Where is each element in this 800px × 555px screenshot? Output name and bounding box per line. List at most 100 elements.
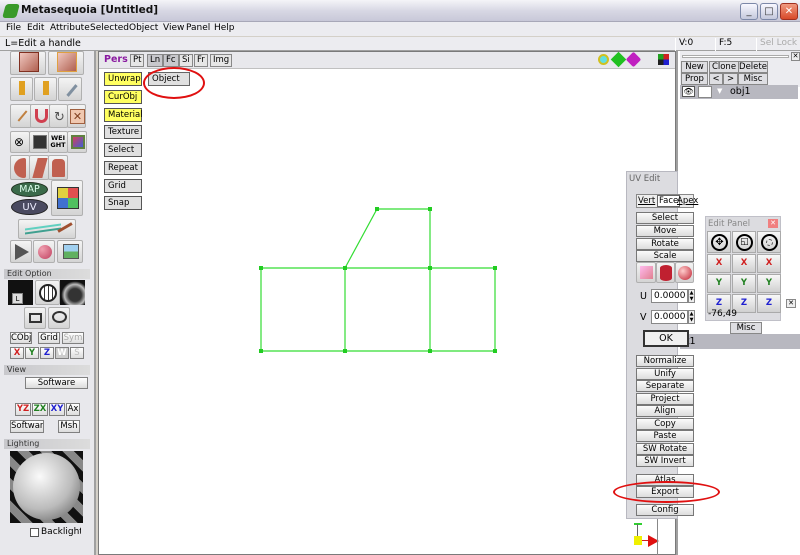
close-button[interactable]: ✕ xyxy=(780,3,798,20)
project-button[interactable]: Project xyxy=(636,393,694,405)
image-tool[interactable] xyxy=(57,240,83,263)
sw-invert-button[interactable]: SW Invert xyxy=(636,455,694,467)
clone-object-button[interactable]: Clone xyxy=(709,61,739,73)
renderer-button[interactable]: Software xyxy=(25,377,88,389)
bend-tool[interactable] xyxy=(10,155,30,180)
viewport[interactable]: Pers Pt Ln Fc Si Fr Img Unwrap CurObj Ma… xyxy=(98,51,676,555)
paste-button[interactable]: Paste xyxy=(636,430,694,442)
axis-w-toggle[interactable]: W xyxy=(55,347,69,359)
extrude-tool[interactable] xyxy=(34,77,57,101)
sw-rotate-button[interactable]: SW Rotate xyxy=(636,443,694,455)
align-button[interactable]: Align xyxy=(636,405,694,417)
menu-view[interactable]: View xyxy=(163,23,184,33)
normalize-button[interactable]: Normalize xyxy=(636,355,694,367)
axis-z-toggle[interactable]: Z xyxy=(40,347,54,359)
uv-rotate-button[interactable]: Rotate xyxy=(636,238,694,250)
grid-toggle[interactable]: Grid xyxy=(38,332,60,344)
separate-button[interactable]: Separate xyxy=(636,380,694,392)
cylindrical-projection-button[interactable] xyxy=(656,262,675,283)
uv-mesh[interactable] xyxy=(99,52,675,554)
lock-toggle[interactable] xyxy=(698,86,712,98)
world-mode-button[interactable] xyxy=(35,280,60,305)
vertex-color-tool[interactable] xyxy=(67,131,87,153)
lasso-select-button[interactable] xyxy=(48,307,70,329)
delete-tool[interactable]: ✕ xyxy=(67,104,86,128)
planar-projection-button[interactable] xyxy=(636,262,656,283)
move-y-button[interactable]: Y xyxy=(707,274,731,293)
curve-tool[interactable] xyxy=(10,104,32,128)
view-zx-button[interactable]: ZX xyxy=(32,403,48,416)
move-x-button[interactable]: X xyxy=(707,254,731,273)
axis-x-toggle[interactable]: X xyxy=(10,347,24,359)
symmetry-toggle[interactable]: Sym xyxy=(62,332,84,344)
taper-tool[interactable] xyxy=(48,155,68,180)
paint-brush-tool[interactable] xyxy=(18,219,76,239)
material-panel-close[interactable]: ✕ xyxy=(786,299,796,308)
maximize-button[interactable]: □ xyxy=(760,3,778,20)
axis-s-toggle[interactable]: S xyxy=(70,347,84,359)
scale-y-button[interactable]: Y xyxy=(732,274,756,293)
rotate-x-button[interactable]: X xyxy=(757,254,781,273)
material-misc-button[interactable]: Misc xyxy=(730,322,762,334)
mesh-button[interactable]: Msh xyxy=(58,420,80,433)
object-panel-close[interactable]: ✕ xyxy=(791,52,800,61)
rotate-y-button[interactable]: Y xyxy=(757,274,781,293)
move-handle-button[interactable]: ✥ xyxy=(707,231,731,253)
sel-lock-button[interactable]: Sel Lock xyxy=(756,38,800,51)
object-list-item[interactable]: 👁 ▼ obj1 xyxy=(680,85,798,99)
software-render-button[interactable]: Software xyxy=(10,420,44,433)
new-object-button[interactable]: New xyxy=(681,61,708,73)
menu-selected[interactable]: Selected xyxy=(90,23,129,33)
backlight-checkbox[interactable] xyxy=(30,528,39,537)
v-spinner[interactable]: ▲ ▼ xyxy=(688,310,695,324)
object-misc-button[interactable]: Misc xyxy=(738,73,768,85)
scale-handle-button[interactable]: ◱ xyxy=(732,231,756,253)
view-yz-button[interactable]: YZ xyxy=(15,403,31,416)
visibility-eye-icon[interactable]: 👁 xyxy=(682,86,695,97)
ok-button[interactable]: OK xyxy=(643,330,689,347)
u-input[interactable]: 0.0000 xyxy=(651,289,688,303)
knife-tool[interactable] xyxy=(58,77,82,101)
mode-apex[interactable]: Apex xyxy=(677,196,698,206)
config-button[interactable]: Config xyxy=(636,504,694,516)
delete-object-button[interactable]: Delete xyxy=(738,61,768,73)
menu-edit[interactable]: Edit xyxy=(27,23,44,33)
object-tool[interactable] xyxy=(48,51,84,75)
uv-move-button[interactable]: Move xyxy=(636,225,694,237)
weight-tool[interactable]: WEI GHT xyxy=(48,131,68,153)
object-panel-grip[interactable] xyxy=(682,55,789,58)
edit-panel-close[interactable]: ✕ xyxy=(768,219,778,228)
object-prev-button[interactable]: < xyxy=(709,73,723,85)
twist-tool[interactable] xyxy=(29,155,49,180)
current-object-toggle[interactable]: CObj xyxy=(10,332,32,344)
paint-tool[interactable] xyxy=(29,131,49,153)
u-spinner[interactable]: ▲ ▼ xyxy=(688,289,695,303)
magnet-tool[interactable] xyxy=(30,104,51,128)
material-list-item[interactable]: at1 xyxy=(680,334,800,349)
rotate-tool[interactable]: ↻ xyxy=(49,104,68,128)
rotate-z-button[interactable]: Z xyxy=(757,294,781,313)
object-next-button[interactable]: > xyxy=(723,73,738,85)
menu-file[interactable]: File xyxy=(6,23,21,33)
material-cube-tool[interactable] xyxy=(51,180,83,216)
expand-icon[interactable]: ▼ xyxy=(717,87,722,95)
mode-vert[interactable]: Vert xyxy=(638,196,655,206)
uv-select-button[interactable]: Select xyxy=(636,212,694,224)
lighting-preview[interactable] xyxy=(10,451,83,523)
uv-scale-button[interactable]: Scale xyxy=(636,250,694,262)
view-xy-button[interactable]: XY xyxy=(49,403,65,416)
map-tool[interactable]: MAP xyxy=(11,182,48,197)
menu-object[interactable]: Object xyxy=(129,23,158,33)
light-sphere[interactable] xyxy=(13,453,80,520)
minimize-button[interactable]: _ xyxy=(740,3,758,20)
push-pull-tool[interactable] xyxy=(10,77,33,101)
v-input[interactable]: 0.0000 xyxy=(651,310,688,324)
object-properties-button[interactable]: Prop xyxy=(681,73,708,85)
create-object-tool[interactable] xyxy=(10,51,46,75)
bone-tool[interactable] xyxy=(33,240,55,263)
spherical-projection-button[interactable] xyxy=(675,262,694,283)
unify-button[interactable]: Unify xyxy=(636,368,694,380)
circle-x-tool[interactable]: ⊗ xyxy=(10,131,30,153)
screen-mode-button[interactable] xyxy=(60,280,85,305)
triangle-tool[interactable] xyxy=(10,240,32,263)
